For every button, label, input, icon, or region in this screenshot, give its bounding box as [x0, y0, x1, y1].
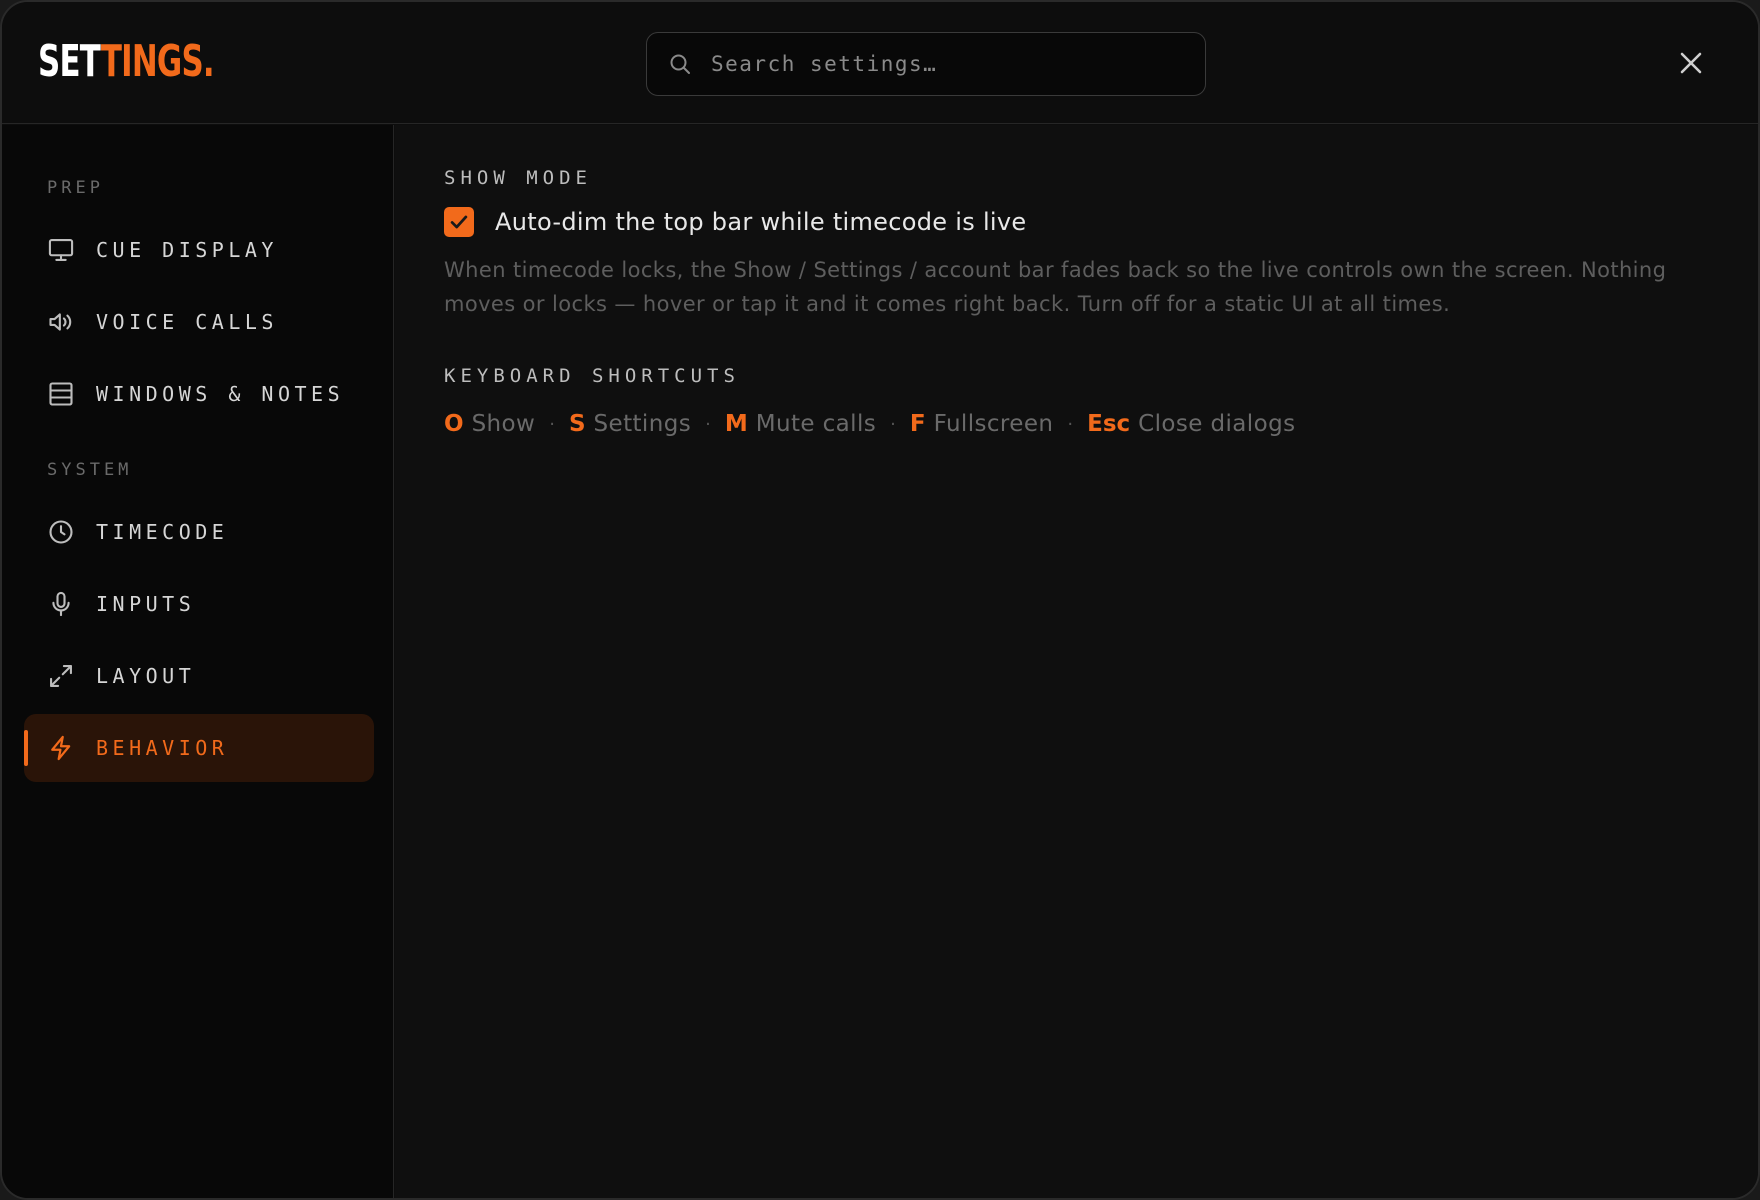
- settings-window: SETTINGS. PREP: [0, 0, 1760, 1200]
- sidebar-item-timecode[interactable]: TIMECODE: [24, 498, 374, 566]
- auto-dim-setting[interactable]: Auto-dim the top bar while timecode is l…: [444, 207, 1026, 237]
- shortcut-action: Fullscreen: [933, 411, 1054, 437]
- clock-icon: [46, 517, 76, 547]
- expand-icon: [46, 661, 76, 691]
- shortcut-key: M: [724, 411, 748, 437]
- header: SETTINGS.: [2, 2, 1758, 124]
- close-button[interactable]: [1672, 44, 1710, 82]
- sidebar-item-behavior[interactable]: BEHAVIOR: [24, 714, 374, 782]
- sidebar-item-label: INPUTS: [96, 592, 196, 616]
- shortcut-separator: ·: [1067, 413, 1074, 435]
- shortcut-separator: ·: [705, 413, 711, 435]
- microphone-icon: [46, 589, 76, 619]
- shortcut-separator: ·: [890, 413, 896, 435]
- sidebar-item-windows-notes[interactable]: WINDOWS & NOTES: [24, 360, 374, 428]
- sidebar-item-label: WINDOWS & NOTES: [96, 382, 345, 406]
- auto-dim-checkbox[interactable]: [444, 207, 474, 237]
- shortcut-key: S: [568, 411, 586, 437]
- sidebar-item-label: TIMECODE: [96, 520, 229, 544]
- shortcut-list: O Show · S Settings · M Mute calls · F F…: [444, 411, 1295, 437]
- search-icon: [667, 51, 693, 77]
- settings-logo: SETTINGS.: [38, 40, 215, 84]
- main-content: SHOW MODE Auto-dim the top bar while tim…: [395, 125, 1758, 1198]
- shortcut-key: O: [444, 411, 464, 437]
- auto-dim-label: Auto-dim the top bar while timecode is l…: [495, 208, 1027, 236]
- section-heading-show-mode: SHOW MODE: [444, 167, 592, 189]
- search-box[interactable]: [646, 32, 1206, 96]
- section-heading-keyboard-shortcuts: KEYBOARD SHORTCUTS: [444, 365, 740, 387]
- sidebar: PREP CUE DISPLAY VOICE CALLS WINDOWS & N…: [2, 125, 394, 1198]
- search-input[interactable]: [709, 51, 1205, 77]
- sidebar-item-cue-display[interactable]: CUE DISPLAY: [24, 216, 374, 284]
- shortcut-action: Mute calls: [755, 411, 877, 437]
- auto-dim-description: When timecode locks, the Show / Settings…: [444, 258, 1667, 316]
- lightning-icon: [46, 733, 76, 763]
- sidebar-item-inputs[interactable]: INPUTS: [24, 570, 374, 638]
- checkmark-icon: [450, 215, 468, 229]
- sidebar-item-layout[interactable]: LAYOUT: [24, 642, 374, 710]
- monitor-icon: [46, 235, 76, 265]
- shortcut-key: F: [909, 411, 926, 437]
- shortcut-action: Settings: [593, 411, 692, 437]
- windows-icon: [46, 379, 76, 409]
- shortcut-action: Close dialogs: [1138, 411, 1296, 437]
- sidebar-item-label: BEHAVIOR: [96, 736, 229, 760]
- group-label-system: SYSTEM: [47, 460, 133, 480]
- shortcut-action: Show: [471, 411, 536, 437]
- logo-part-2: TINGS.: [100, 36, 215, 87]
- sidebar-item-label: LAYOUT: [96, 664, 196, 688]
- sidebar-item-voice-calls[interactable]: VOICE CALLS: [24, 288, 374, 356]
- sidebar-item-label: CUE DISPLAY: [96, 238, 278, 262]
- speaker-icon: [46, 307, 76, 337]
- group-label-prep: PREP: [47, 178, 104, 198]
- shortcut-key: Esc: [1087, 411, 1131, 437]
- close-icon: [1680, 52, 1702, 74]
- logo-part-1: SET: [38, 36, 102, 87]
- shortcut-separator: ·: [549, 413, 555, 435]
- sidebar-item-label: VOICE CALLS: [96, 310, 278, 334]
